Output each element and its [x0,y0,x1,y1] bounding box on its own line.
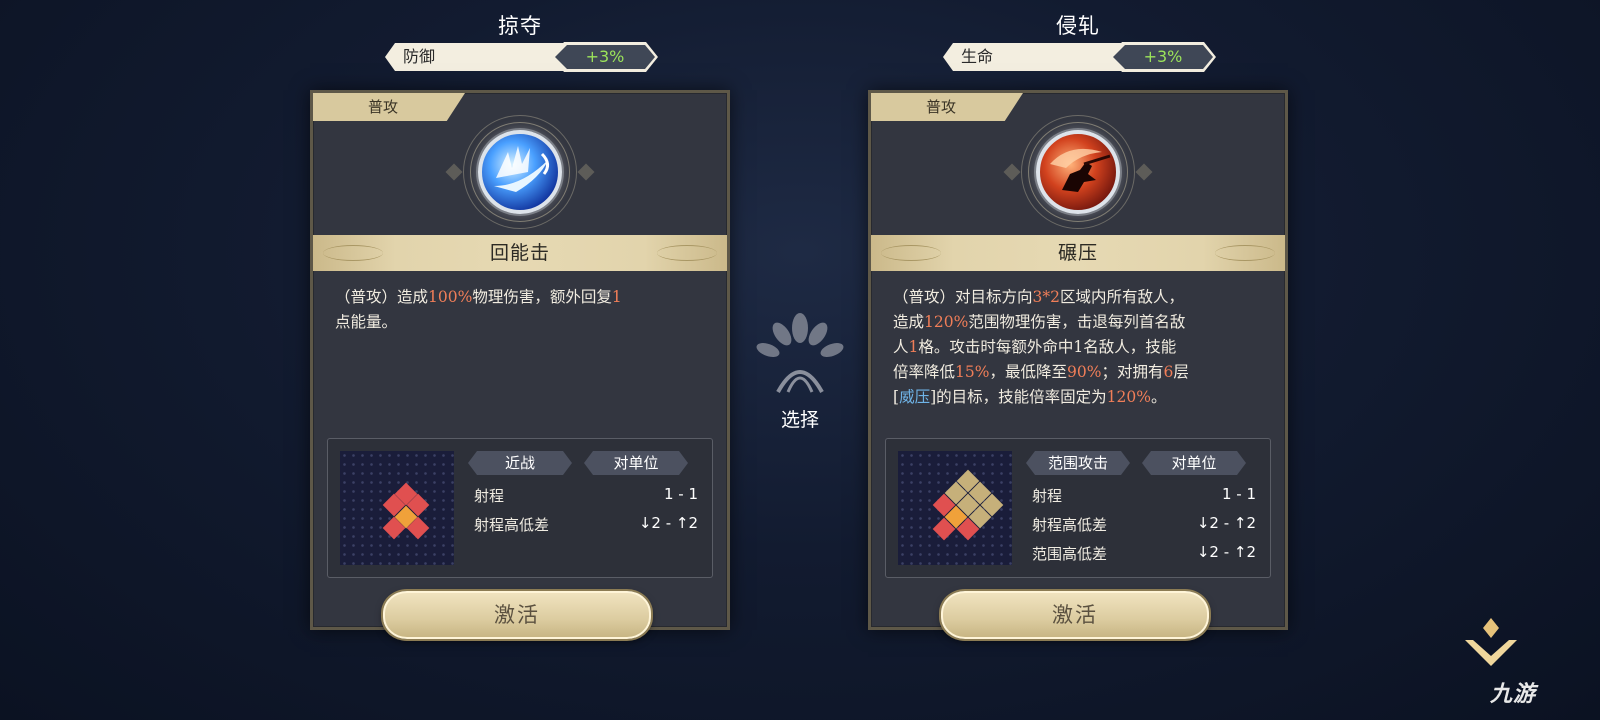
tree-leaves-icon [748,312,852,396]
skill-option-title: 侵轧 [1056,14,1100,38]
range-value: 1 - 1 [1221,485,1256,503]
skill-description: （普攻）对目标方向3*2区域内所有敌人， 造成120%范围物理伤害，击退每列首名… [893,285,1263,410]
skill-range-info: 近战 对单位 射程 1 - 1 射程高低差 ↓2 - ↑2 [327,438,713,578]
desc-text: ，最低降至 [989,363,1067,381]
range-value: 1 - 1 [663,485,698,503]
collapse-chevron-icon[interactable] [1455,612,1527,676]
range-grid-preview [898,451,1012,565]
desc-text: 倍率降低 [893,363,956,381]
desc-text: ]的目标，技能倍率固定为 [930,388,1107,406]
status-keyword-link[interactable]: 威压 [899,388,930,406]
desc-text: 人 [893,338,909,356]
range-label: 射程 [474,487,505,505]
ring-diamond-right [1135,163,1153,181]
ornament-left [323,245,383,261]
stat-value: +3% [555,45,655,69]
stat-value: +3% [1113,45,1213,69]
range-label: 射程 [1032,487,1063,505]
skill-icon-area [871,115,1285,237]
attack-type-chip: 范围攻击 [1026,451,1130,475]
area-height-label: 范围高低差 [1032,545,1108,563]
desc-text: ；对拥有 [1101,363,1164,381]
skill-name-bar: 回能击 [313,235,727,271]
skill-description: （普攻）造成100%物理伤害，额外回复1 点能量。 [335,285,705,335]
activate-button[interactable]: 激活 [941,591,1209,639]
ring-diamond-left [445,163,463,181]
desc-highlight: 120% [1106,388,1151,406]
ring-diamond-right [577,163,595,181]
desc-highlight: 100% [428,288,473,306]
sword-slash-icon [478,130,562,214]
watermark: 九游 [1490,682,1537,707]
desc-highlight: 3*2 [1032,288,1060,306]
desc-text: （普攻）对目标方向 [893,288,1033,306]
skill-name: 回能击 [489,242,550,264]
stat-bonus-pill: 防御 +3% [385,43,655,71]
skill-option-title: 掠夺 [498,14,542,38]
range-height-value: ↓2 - ↑2 [1196,514,1256,532]
range-height-label: 射程高低差 [1032,516,1108,534]
desc-highlight: 15% [955,363,990,381]
skill-name: 碾压 [1057,242,1098,264]
range-height-value: ↓2 - ↑2 [638,514,698,532]
skill-range-info: 范围攻击 对单位 射程 1 - 1 射程高低差 ↓2 - ↑2 范围高低差 ↓2… [885,438,1271,578]
target-type-chip: 对单位 [584,451,688,475]
skill-name-bar: 碾压 [871,235,1285,271]
desc-highlight: 90% [1066,363,1102,381]
attack-type-chip: 近战 [468,451,572,475]
area-height-value: ↓2 - ↑2 [1196,543,1256,561]
ring-diamond-left [1003,163,1021,181]
desc-highlight: 1 [611,288,622,306]
ornament-right [1215,245,1275,261]
select-label: 选择 [780,409,819,431]
desc-text: 层 [1173,363,1189,381]
desc-text: 区域内所有敌人， [1060,288,1185,306]
desc-text: 格。攻击时每额外命中1名敌人，技能 [918,338,1177,356]
desc-text: 点能量。 [335,313,398,331]
desc-text: 。 [1150,388,1167,406]
desc-text: 范围物理伤害，击退每列首名敌 [968,313,1186,331]
rider-charge-icon [1036,130,1120,214]
desc-text: 物理伤害，额外回复 [472,288,612,306]
skill-card[interactable]: 普攻 回能击 （普攻）造成100%物理伤害，额外回复1 点能量。 近战 对单位 … [310,90,730,639]
activate-button[interactable]: 激活 [383,591,651,639]
target-type-chip: 对单位 [1142,451,1246,475]
desc-highlight: 6 [1163,363,1174,381]
skill-card[interactable]: 普攻 碾压 （普攻）对目标方向3*2区域内所有敌人， 造成120%范围物理伤害，… [868,90,1288,639]
desc-highlight: 120% [924,313,969,331]
desc-highlight: 1 [908,338,919,356]
range-height-label: 射程高低差 [474,516,550,534]
ornament-right [657,245,717,261]
ornament-left [881,245,941,261]
desc-text: （普攻）造成 [335,288,429,306]
range-grid-preview [340,451,454,565]
desc-text: 造成 [893,313,925,331]
skill-icon-area [313,115,727,237]
stat-bonus-pill: 生命 +3% [943,43,1213,71]
